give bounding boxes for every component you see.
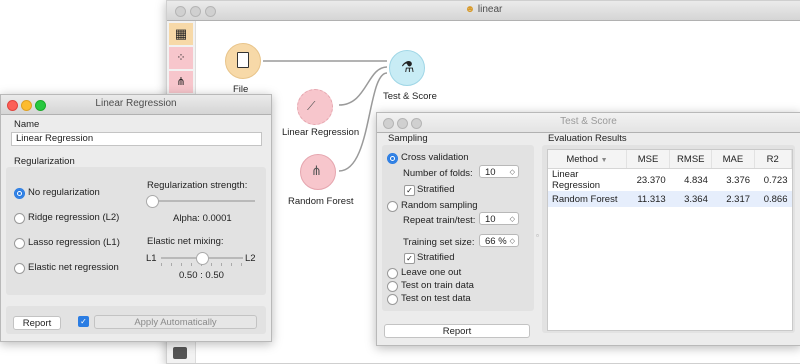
name-input-value: Linear Regression bbox=[16, 133, 94, 144]
repeat-stepper-icon: ◇ bbox=[509, 216, 515, 223]
lr-titlebar: Linear Regression bbox=[1, 95, 271, 115]
file-node[interactable] bbox=[225, 43, 261, 79]
flask-icon: ⚗ bbox=[401, 59, 415, 76]
ts-title: Test & Score bbox=[560, 116, 617, 127]
eval-label: Evaluation Results bbox=[548, 133, 627, 144]
apply-button[interactable]: Apply Automatically bbox=[94, 315, 257, 329]
train-size-label: Training set size: bbox=[403, 237, 475, 248]
rmse-cell: 3.364 bbox=[684, 193, 708, 205]
test-on-train-label: Test on train data bbox=[401, 280, 474, 291]
mse-cell: 11.313 bbox=[637, 193, 666, 205]
mixing-slider-handle[interactable] bbox=[196, 252, 209, 265]
strength-slider-track[interactable] bbox=[151, 200, 255, 202]
mse-cell: 23.370 bbox=[636, 174, 666, 186]
method-cell: Linear Regression bbox=[552, 169, 601, 191]
ridge-radio[interactable] bbox=[14, 213, 25, 224]
stratified1-checkbox[interactable]: ✓ bbox=[404, 185, 415, 196]
lasso-radio[interactable] bbox=[14, 238, 25, 249]
rmse-cell: 4.834 bbox=[684, 174, 708, 186]
sort-chevron-icon: ▼ bbox=[600, 156, 608, 164]
no-regularization-label: No regularization bbox=[28, 187, 100, 198]
no-regularization-radio[interactable] bbox=[14, 188, 25, 199]
train-size-spinner[interactable]: 66 % ◇ bbox=[479, 234, 519, 247]
leave-one-out-label: Leave one out bbox=[401, 267, 462, 278]
name-label: Name bbox=[14, 119, 40, 130]
stratified2-label: Stratified bbox=[417, 252, 455, 263]
name-input[interactable]: Linear Regression bbox=[11, 132, 262, 146]
mae-cell: 3.376 bbox=[726, 174, 751, 186]
r2-cell: 0.723 bbox=[763, 174, 788, 186]
col-mae[interactable]: MAE bbox=[711, 150, 755, 169]
leave-one-out-radio[interactable] bbox=[387, 268, 398, 279]
random-forest-label: Random Forest bbox=[288, 196, 354, 207]
results-header-row: Method ▼ MSE RMSE MAE R2 bbox=[548, 150, 793, 169]
linear-regression-node[interactable]: ⟋ bbox=[297, 89, 333, 125]
results-table: Method ▼ MSE RMSE MAE R2 Linear Regressi… bbox=[548, 150, 793, 207]
l1-label: L1 bbox=[146, 253, 157, 264]
stratified1-label: Stratified bbox=[417, 184, 455, 195]
repeat-spinner[interactable]: 10 ◇ bbox=[479, 212, 519, 225]
mixing-value: 0.50 : 0.50 bbox=[179, 270, 224, 281]
elastic-net-radio[interactable] bbox=[14, 263, 25, 274]
lr-title: Linear Regression bbox=[95, 98, 177, 109]
ts-titlebar: Test & Score bbox=[377, 113, 800, 133]
linear-regression-window: Linear Regression Name Linear Regression… bbox=[0, 94, 272, 342]
col-mse[interactable]: MSE bbox=[626, 150, 671, 169]
results-table-container: Method ▼ MSE RMSE MAE R2 Linear Regressi… bbox=[547, 149, 793, 331]
random-forest-node[interactable]: ⋔ bbox=[300, 154, 336, 190]
linear-regression-label: Linear Regression bbox=[282, 127, 360, 138]
test-on-test-label: Test on test data bbox=[401, 293, 471, 304]
elastic-net-label: Elastic net regression bbox=[28, 262, 119, 273]
test-score-node[interactable]: ⚗ bbox=[389, 50, 425, 86]
regularization-label: Regularization bbox=[14, 156, 75, 167]
test-on-test-radio[interactable] bbox=[387, 294, 398, 305]
ridge-label: Ridge regression (L2) bbox=[28, 212, 120, 223]
table-row[interactable]: Random Forest 11.313 3.364 2.317 0.866 bbox=[548, 191, 792, 207]
repeat-value: 10 bbox=[485, 214, 496, 225]
cross-validation-radio[interactable] bbox=[387, 153, 398, 164]
test-score-label: Test & Score bbox=[383, 91, 437, 102]
mae-cell: 2.317 bbox=[726, 193, 751, 205]
col-method[interactable]: Method ▼ bbox=[548, 150, 627, 169]
col-method-label: Method bbox=[566, 153, 598, 165]
splitter-handle[interactable]: ▫ bbox=[536, 231, 539, 240]
col-r2[interactable]: R2 bbox=[754, 150, 793, 169]
stratified2-checkbox[interactable]: ✓ bbox=[404, 253, 415, 264]
strength-label: Regularization strength: bbox=[147, 180, 248, 191]
table-row[interactable]: Linear Regression 23.370 4.834 3.376 0.7… bbox=[548, 169, 792, 191]
lr-report-button[interactable]: Report bbox=[13, 316, 61, 330]
file-icon bbox=[237, 52, 249, 68]
forest-icon: ⋔ bbox=[311, 163, 322, 178]
random-sampling-label: Random sampling bbox=[401, 200, 478, 211]
mixing-label: Elastic net mixing: bbox=[147, 236, 224, 247]
test-on-train-radio[interactable] bbox=[387, 281, 398, 292]
train-size-stepper-icon: ◇ bbox=[509, 238, 515, 245]
folds-value: 10 bbox=[485, 167, 496, 178]
strength-slider-handle[interactable] bbox=[146, 195, 159, 208]
ts-report-button[interactable]: Report bbox=[384, 324, 530, 338]
r2-cell: 0.866 bbox=[763, 193, 788, 205]
apply-auto-checkbox[interactable]: ✓ bbox=[78, 316, 89, 327]
folds-stepper-icon: ◇ bbox=[509, 169, 515, 176]
folds-spinner[interactable]: 10 ◇ bbox=[479, 165, 519, 178]
method-cell: Random Forest bbox=[552, 193, 618, 205]
test-score-window: Test & Score Sampling Cross validation N… bbox=[376, 112, 800, 346]
random-sampling-radio[interactable] bbox=[387, 201, 398, 212]
folds-label: Number of folds: bbox=[403, 168, 473, 179]
sampling-label: Sampling bbox=[388, 133, 428, 144]
repeat-label: Repeat train/test: bbox=[403, 215, 476, 226]
cross-validation-label: Cross validation bbox=[401, 152, 469, 163]
col-rmse[interactable]: RMSE bbox=[669, 150, 713, 169]
l2-label: L2 bbox=[245, 253, 256, 264]
train-size-value: 66 % bbox=[485, 236, 507, 247]
lasso-label: Lasso regression (L1) bbox=[28, 237, 120, 248]
alpha-value: Alpha: 0.0001 bbox=[173, 213, 232, 224]
regression-icon: ⟋ bbox=[307, 99, 316, 113]
